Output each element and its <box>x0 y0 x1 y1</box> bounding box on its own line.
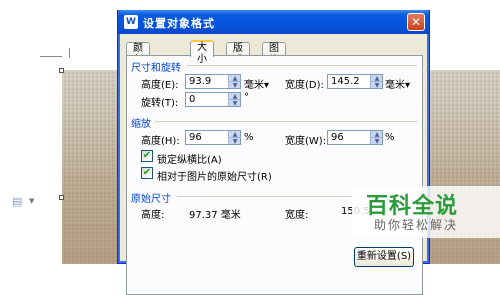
spin-up-icon[interactable]: ▲ <box>229 75 241 82</box>
rotate-unit: ° <box>244 92 249 103</box>
orig-height-label: 高度: <box>141 210 165 221</box>
relative-original-checkbox[interactable]: ✔ <box>141 167 153 179</box>
dialog-titlebar[interactable]: W 设置对象格式 ✕ <box>118 10 429 34</box>
orig-width-label: 宽度: <box>285 210 309 221</box>
height-value: 93.9 <box>189 76 212 87</box>
width-stepper[interactable]: 145.2 ▲ ▼ <box>327 74 383 89</box>
orig-height-value: 97.37 毫米 <box>189 210 241 221</box>
width-value: 145.2 <box>331 76 360 87</box>
tab-colors-lines[interactable]: 颜色与线条 <box>126 42 150 102</box>
rotate-label: 旋转(T): <box>141 98 179 109</box>
rotate-value: 0 <box>189 94 196 105</box>
size-tab-panel: 尺寸和旋转 高度(E): 93.9 ▲ ▼ 毫米▾ 宽度(D): 145.2 ▲ ▼… <box>126 55 423 295</box>
spin-down-icon[interactable]: ▼ <box>229 82 241 89</box>
spin-up-icon[interactable]: ▲ <box>371 131 383 138</box>
layout-options-icon[interactable]: ▤ <box>12 195 24 209</box>
scale-height-spin-buttons[interactable]: ▲ ▼ <box>228 131 241 145</box>
tab-picture[interactable]: 图片 <box>262 42 286 66</box>
reset-button[interactable]: 重新设置(S) <box>354 247 414 267</box>
watermark: 百科全说 助你轻松解决 <box>352 186 500 238</box>
height-unit-select[interactable]: 毫米▾ <box>244 76 269 91</box>
tab-size[interactable]: 大小 <box>190 40 214 65</box>
scale-width-label: 宽度(W): <box>285 136 327 147</box>
page-corner-mark <box>40 56 62 57</box>
height-stepper[interactable]: 93.9 ▲ ▼ <box>185 74 241 89</box>
rotate-spin-buttons[interactable]: ▲ ▼ <box>228 93 241 107</box>
spin-down-icon[interactable]: ▼ <box>229 100 241 107</box>
divider <box>155 121 417 122</box>
watermark-subtitle: 助你轻松解决 <box>374 218 459 232</box>
section-original-size: 原始尺寸 <box>131 194 171 205</box>
width-unit-select[interactable]: 毫米▾ <box>385 76 410 91</box>
divider <box>187 65 417 66</box>
height-spin-buttons[interactable]: ▲ ▼ <box>228 75 241 89</box>
scale-height-value: 96 <box>189 132 202 143</box>
spin-down-icon[interactable]: ▼ <box>371 138 383 145</box>
spin-up-icon[interactable]: ▲ <box>229 93 241 100</box>
resize-handle[interactable] <box>59 68 64 73</box>
chevron-down-icon[interactable]: ▼ <box>29 197 34 205</box>
section-scale: 缩放 <box>131 119 151 130</box>
scale-width-value: 96 <box>331 132 344 143</box>
scale-height-label: 高度(H): <box>141 136 180 147</box>
width-label: 宽度(D): <box>285 80 324 91</box>
width-spin-buttons[interactable]: ▲ ▼ <box>370 75 383 89</box>
spin-up-icon[interactable]: ▲ <box>371 75 383 82</box>
section-size-rotate: 尺寸和旋转 <box>131 63 181 74</box>
spin-down-icon[interactable]: ▼ <box>229 138 241 145</box>
spin-down-icon[interactable]: ▼ <box>371 82 383 89</box>
lock-ratio-label: 锁定纵横比(A) <box>157 155 222 166</box>
scale-width-unit: % <box>385 132 395 143</box>
tab-layout[interactable]: 版式 <box>226 42 250 66</box>
close-button[interactable]: ✕ <box>407 13 425 31</box>
scale-height-stepper[interactable]: 96 ▲ ▼ <box>185 130 241 145</box>
spin-up-icon[interactable]: ▲ <box>229 131 241 138</box>
scale-height-unit: % <box>244 132 254 143</box>
relative-original-label: 相对于图片的原始尺寸(R) <box>157 172 272 183</box>
scale-width-stepper[interactable]: 96 ▲ ▼ <box>327 130 383 145</box>
app-logo-icon: W <box>124 15 138 29</box>
resize-handle[interactable] <box>59 195 64 200</box>
scale-width-spin-buttons[interactable]: ▲ ▼ <box>370 131 383 145</box>
rotate-stepper[interactable]: 0 ▲ ▼ <box>185 92 241 107</box>
lock-ratio-checkbox[interactable]: ✔ <box>141 150 153 162</box>
dialog-title: 设置对象格式 <box>143 17 215 30</box>
height-label: 高度(E): <box>141 80 179 91</box>
